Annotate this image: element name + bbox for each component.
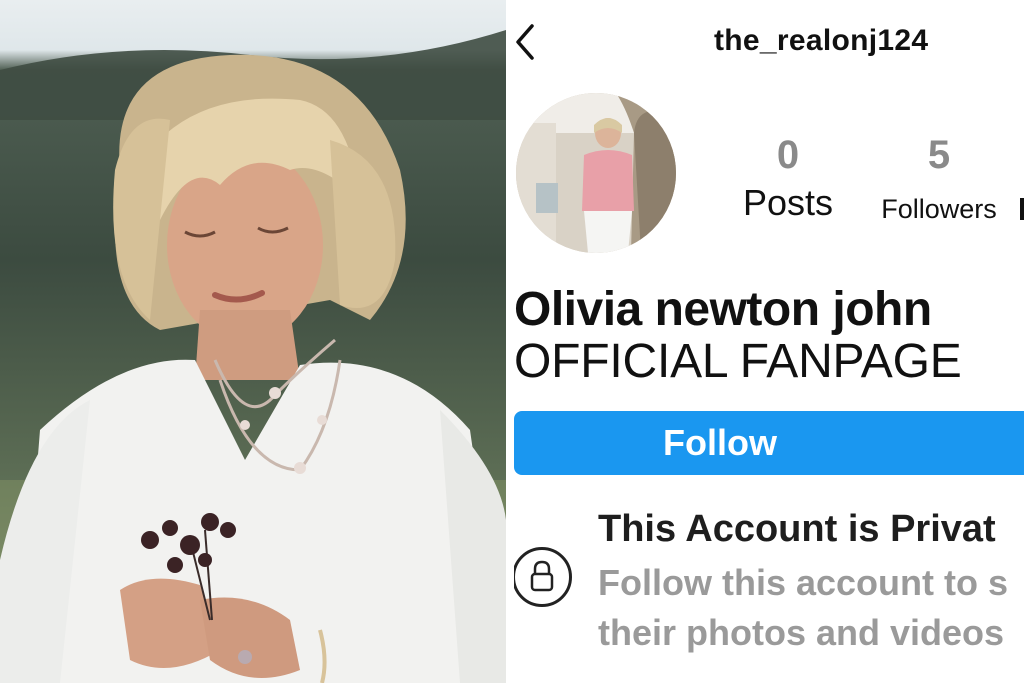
followers-count-value: 5 [927, 133, 951, 177]
profile-display-name: Olivia newton john [514, 283, 932, 336]
profile-bio: OFFICIAL FANPAGE [514, 335, 962, 388]
posts-count-value: 0 [776, 133, 800, 177]
follow-button[interactable]: Follow [514, 411, 1024, 475]
chevron-left-icon[interactable] [514, 22, 540, 62]
private-account-badge [514, 547, 572, 607]
private-account-title: This Account is Privat [598, 508, 996, 550]
profile-screen: the_realonj124 0 Posts 5 Followers Olivi… [514, 0, 1024, 683]
posts-count[interactable]: 0 Posts [726, 135, 850, 223]
followers-count-label: Followers [881, 194, 997, 224]
news-photo [0, 0, 506, 683]
panel-divider [506, 0, 514, 683]
posts-count-label: Posts [742, 182, 834, 223]
private-account-message-line1: Follow this account to s [598, 562, 1009, 603]
followers-count[interactable]: 5 Followers [864, 135, 1014, 229]
profile-avatar[interactable] [516, 93, 676, 253]
following-count-cropped [1020, 198, 1024, 220]
profile-username: the_realonj124 [714, 24, 929, 57]
lock-icon [530, 560, 554, 592]
private-account-message: Follow this account to s their photos an… [598, 558, 1024, 658]
private-account-message-line2: their photos and videos [598, 612, 1005, 653]
